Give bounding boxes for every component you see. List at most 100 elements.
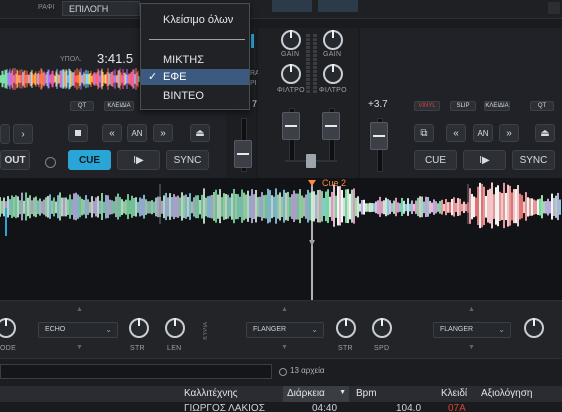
- row-duration: 04:40: [312, 403, 338, 412]
- deck-right-an-button[interactable]: AN: [473, 124, 493, 142]
- fx-mid-str-label: STR: [338, 345, 353, 352]
- filter-left-label: ΦΙΛΤΡΟ: [277, 87, 305, 94]
- deck-right-cue-button[interactable]: CUE: [414, 150, 457, 170]
- fx-mid-effect-select[interactable]: FLANGER ⌄: [246, 322, 324, 338]
- deck-left-out-button[interactable]: OUT: [0, 150, 30, 170]
- chevron-up-icon[interactable]: ▲: [468, 306, 475, 313]
- deck-left-qt-button[interactable]: QT: [70, 101, 94, 111]
- deck-right-qt-button[interactable]: QT: [530, 101, 554, 111]
- fx-mid-str-knob[interactable]: [336, 318, 356, 338]
- vu-meters: [306, 34, 317, 93]
- stop-icon: [75, 130, 81, 136]
- deck-right-play-button[interactable]: I▶: [463, 150, 506, 170]
- gain-left-label: GAIN: [281, 51, 300, 58]
- gain-right-label: GAIN: [323, 51, 342, 58]
- filter-left-knob[interactable]: [281, 64, 301, 84]
- deck-left-pitch-value: 7: [252, 99, 258, 109]
- menu-close-all[interactable]: Κλείσιμο όλων: [141, 12, 249, 28]
- deck-left-pitch-fader[interactable]: [234, 140, 252, 168]
- view-menu: Κλείσιμο όλων ΜΙΚΤΗΣ ✓ ΕΦΕ ΒΙΝΤΕΟ: [140, 3, 250, 110]
- top-tab[interactable]: [272, 0, 312, 12]
- deck-left-time-label: ΥΠΟΛ.: [60, 56, 82, 63]
- deck-left-sync-button[interactable]: SYNC: [166, 150, 209, 170]
- chevron-down-icon: ⌄: [498, 325, 505, 334]
- playhead-bottom-marker: [309, 240, 315, 246]
- settings-icon[interactable]: [45, 157, 56, 168]
- fx-right-effect-select[interactable]: FLANGER ⌄: [433, 322, 511, 338]
- deck-left-mini-waveform[interactable]: [0, 68, 140, 90]
- table-row[interactable]: ΓΙΩΡΓΟΣ ΛΑΚΙΟΣ 04:40 104.0 07A: [0, 403, 562, 412]
- top-right-button[interactable]: [548, 2, 560, 14]
- deck-left-keys-button[interactable]: ΚΛΕΙΔΙΑ: [104, 101, 134, 111]
- fx-mid-spd-knob[interactable]: [372, 318, 392, 338]
- deck-left-next-beat-button[interactable]: »: [153, 124, 173, 142]
- row-artist: ΓΙΩΡΓΟΣ ΛΑΚΙΟΣ: [184, 403, 265, 412]
- filter-right-label: ΦΙΛΤΡΟ: [319, 87, 347, 94]
- file-count: 13 αρχεία: [290, 366, 325, 375]
- deck-right-prev-beat-button[interactable]: «: [446, 124, 466, 142]
- column-bpm[interactable]: Bpm: [356, 388, 377, 399]
- chevron-up-icon[interactable]: ▲: [76, 306, 83, 313]
- deck-right-eject-button[interactable]: ⏏: [535, 124, 555, 142]
- cue-triangle-icon: [308, 180, 316, 186]
- fx-mid-spd-label: SPD: [374, 345, 390, 352]
- deck-left-time: 3:41.5: [97, 51, 134, 66]
- deck-left-next-button[interactable]: ›: [13, 124, 33, 144]
- column-rating[interactable]: Αξιολόγηση: [481, 388, 532, 399]
- table-header: [0, 386, 562, 402]
- deck-left-prev-beat-button[interactable]: «: [102, 124, 122, 142]
- channel-left-fader[interactable]: [282, 112, 300, 140]
- deck-left-eject-button[interactable]: ⏏: [190, 124, 210, 142]
- column-artist[interactable]: Καλλιτέχνης: [184, 388, 238, 399]
- chevron-right-icon: ›: [21, 128, 25, 140]
- browser-search-field[interactable]: [0, 364, 272, 379]
- column-key[interactable]: Κλειδί: [441, 388, 467, 399]
- menu-item-mixer[interactable]: ΜΙΚΤΗΣ: [141, 52, 249, 68]
- fx-left-len-knob[interactable]: [165, 318, 185, 338]
- row-bpm: 104.0: [396, 403, 422, 412]
- filter-right-knob[interactable]: [323, 64, 343, 84]
- chevron-down-icon: ⌄: [311, 325, 318, 334]
- deck-left-loop-button[interactable]: [0, 124, 10, 144]
- crossfader[interactable]: [306, 154, 316, 168]
- deck-left-play-button[interactable]: I▶: [117, 150, 160, 170]
- chevron-up-icon[interactable]: ▲: [281, 306, 288, 313]
- chevron-down-icon[interactable]: ▼: [468, 344, 475, 351]
- menu-divider: [149, 39, 245, 40]
- menu-item-video[interactable]: ΒΙΝΤΕΟ: [141, 88, 249, 104]
- channel-right-fader[interactable]: [322, 112, 340, 140]
- fx-right-str-knob[interactable]: [524, 318, 544, 338]
- mixer-eq-label-2: ΡΙ: [250, 80, 257, 87]
- sort-descending-icon: ▼: [339, 389, 346, 396]
- deck-left-pitch-indicator: [251, 34, 254, 48]
- deck-right-loop-button[interactable]: ⧉: [414, 124, 434, 142]
- deck-left-an-button[interactable]: AN: [127, 124, 147, 142]
- waveform-svg[interactable]: [0, 178, 562, 300]
- deck-right-next-beat-button[interactable]: »: [499, 124, 519, 142]
- fx-left-len-label: LEN: [167, 345, 182, 352]
- gain-right-knob[interactable]: [323, 30, 343, 50]
- top-tab[interactable]: [318, 0, 358, 12]
- fx-left-effect-select[interactable]: ECHO ⌄: [38, 322, 118, 338]
- row-key: 07A: [448, 403, 466, 412]
- deck-right-keys-button[interactable]: ΚΛΕΙΔΙΑ: [484, 101, 510, 111]
- column-duration[interactable]: Διάρκεια ▼: [283, 386, 349, 402]
- fx-left-str-label: STR: [130, 345, 145, 352]
- playlist-dropdown-label: ΕΠΙΛΟΓΗ: [69, 4, 109, 14]
- cue-point-label: Cue 2: [322, 178, 347, 188]
- menu-item-fx[interactable]: ✓ ΕΦΕ: [141, 69, 249, 85]
- deck-right-vinyl-button[interactable]: VINYL: [414, 101, 440, 111]
- playlist-dropdown[interactable]: ΕΠΙΛΟΓΗ: [62, 1, 140, 16]
- deck-left-stop-button[interactable]: [68, 124, 88, 142]
- chevron-down-icon[interactable]: ▼: [76, 344, 83, 351]
- deck-right-slip-button[interactable]: SLIP: [450, 101, 476, 111]
- gain-left-knob[interactable]: [281, 30, 301, 50]
- deck-right-sync-button[interactable]: SYNC: [512, 150, 555, 170]
- chevron-down-icon[interactable]: ▼: [281, 344, 288, 351]
- fx-left-mode-label: ODE: [0, 345, 17, 352]
- deck-right-pitch-value: +3.7: [368, 99, 388, 110]
- deck-right-pitch-fader[interactable]: [370, 122, 388, 150]
- deck-left-cue-button[interactable]: CUE: [68, 150, 111, 170]
- fx-left-str-knob[interactable]: [129, 318, 149, 338]
- fx-master-side-label: ΚΥΡΙΑ: [203, 322, 209, 340]
